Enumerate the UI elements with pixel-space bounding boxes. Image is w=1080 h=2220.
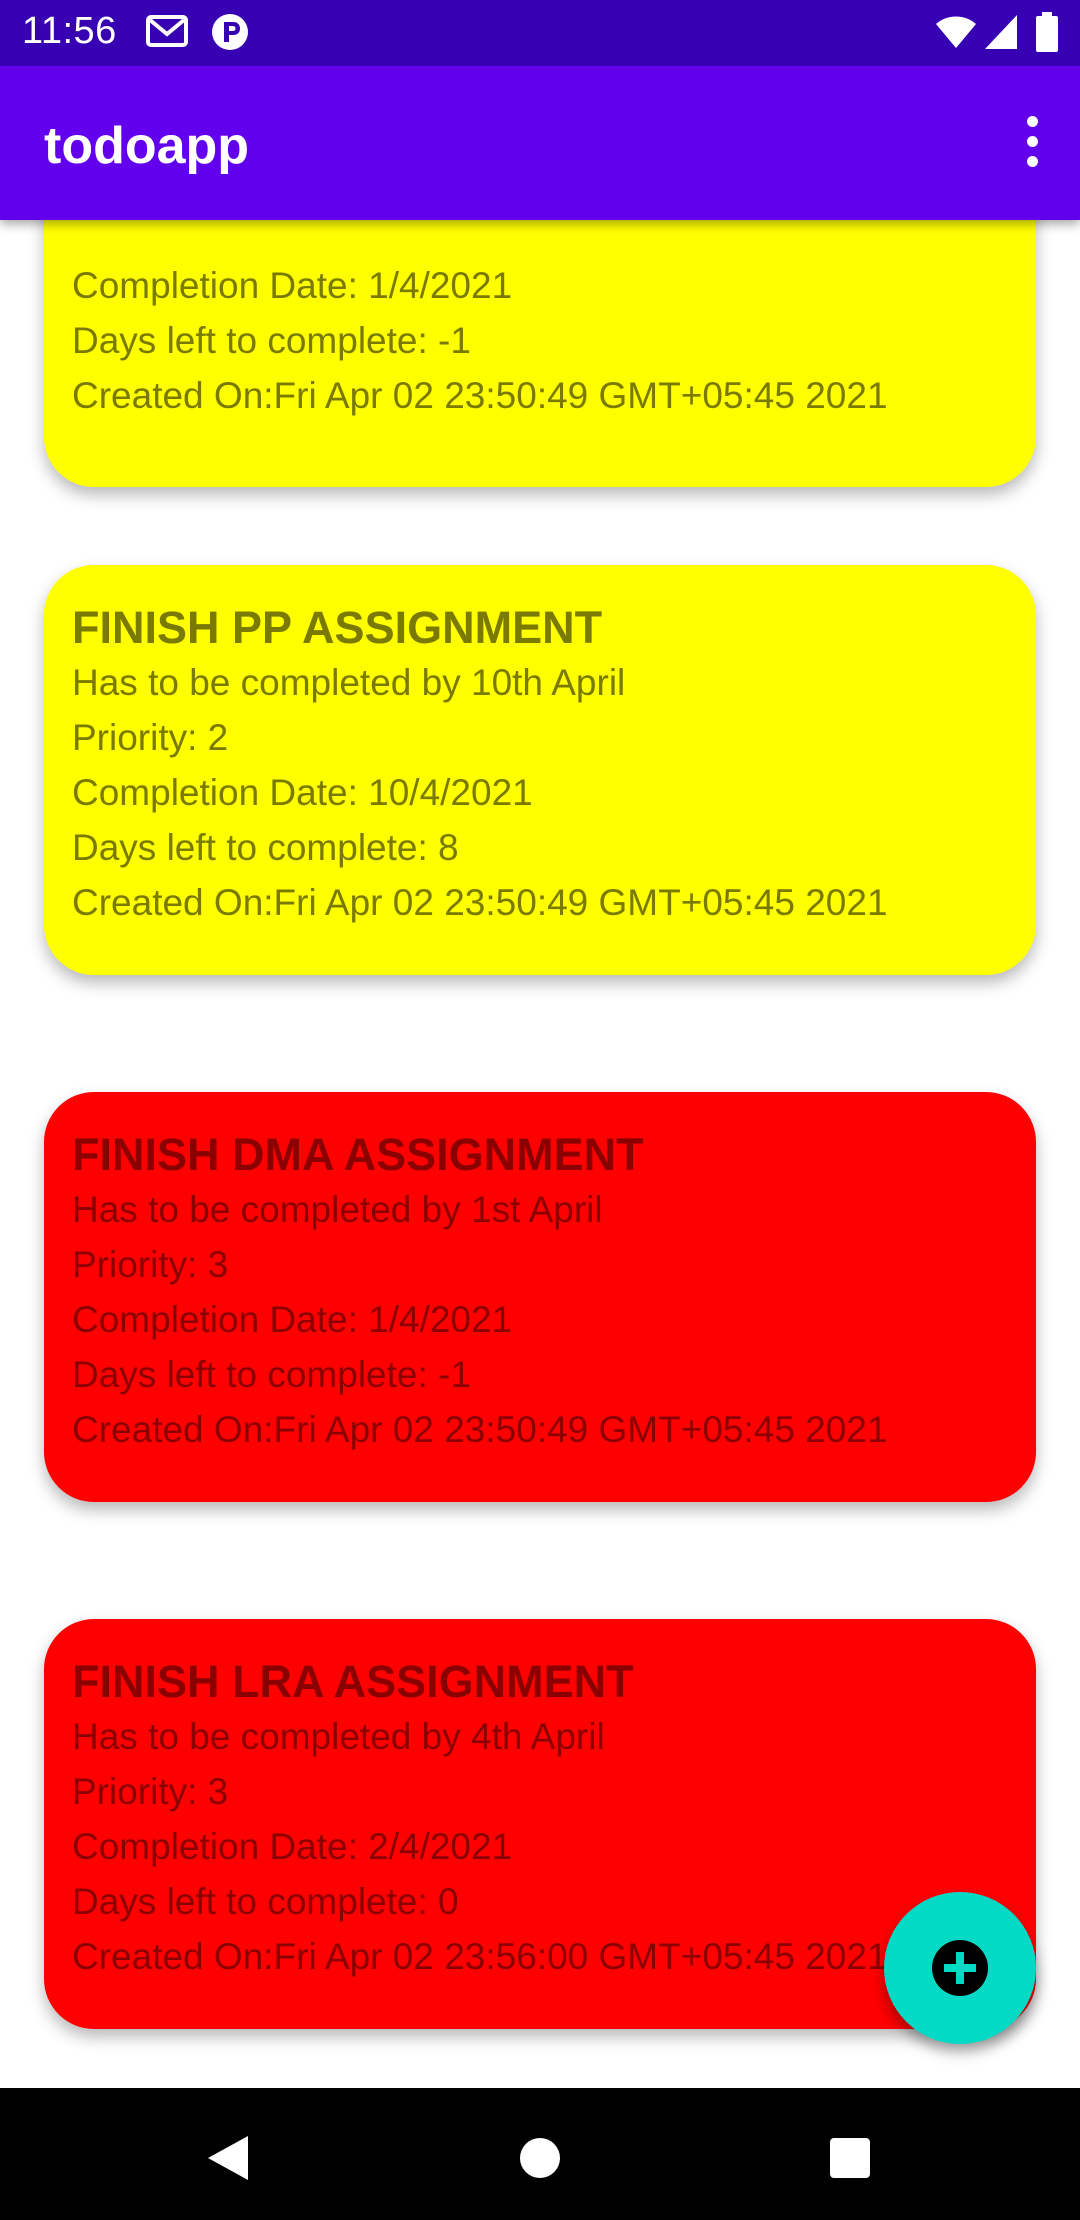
todo-priority: Priority: 3 (72, 1244, 229, 1285)
more-vert-icon-dot (1026, 135, 1038, 147)
todo-card[interactable]: FINISH DMA ASSIGNMENT Has to be complete… (44, 1092, 1036, 1502)
gmail-icon (146, 14, 188, 53)
back-icon (208, 2136, 248, 2180)
todo-description: Has to be completed by 4th April (72, 1716, 605, 1757)
back-button[interactable] (198, 2128, 258, 2188)
home-button[interactable] (510, 2128, 570, 2188)
home-icon (520, 2138, 560, 2178)
status-time: 11:56 (22, 10, 117, 52)
app-title: todoapp (44, 117, 250, 175)
todo-completion-date: Completion Date: 1/4/2021 (72, 1299, 513, 1340)
notification-app-icon (210, 12, 250, 57)
todo-days-left: Days left to complete: -1 (72, 1354, 471, 1395)
todo-days-left: Days left to complete: 0 (72, 1881, 459, 1922)
battery-icon (1036, 12, 1058, 57)
system-nav-bar (0, 2088, 1080, 2220)
wifi-icon (935, 14, 977, 55)
todo-created-on: Created On:Fri Apr 02 23:50:49 GMT+05:45… (72, 1409, 888, 1450)
more-vert-icon (1026, 115, 1038, 127)
todo-days-left: Days left to complete: -1 (72, 320, 471, 361)
todo-created-on: Created On:Fri Apr 02 23:56:00 GMT+05:45… (72, 1936, 888, 1977)
todo-completion-date: Completion Date: 2/4/2021 (72, 1826, 513, 1867)
todo-days-left: Days left to complete: 8 (72, 827, 459, 868)
todo-title: FINISH PP ASSIGNMENT (72, 602, 603, 653)
todo-priority: Priority: 3 (72, 1771, 229, 1812)
screen: 11:56 todoapp Completion Date: 1/4/2021 … (0, 0, 1080, 2220)
recents-icon (830, 2138, 870, 2178)
signal-icon (984, 14, 1018, 55)
more-options-button[interactable] (1002, 106, 1062, 176)
todo-card[interactable]: Completion Date: 1/4/2021 Days left to c… (44, 220, 1036, 487)
app-bar: todoapp (0, 66, 1080, 220)
todo-description: Has to be completed by 10th April (72, 662, 626, 703)
more-vert-icon-dot (1026, 155, 1038, 167)
status-bar: 11:56 (0, 0, 1080, 66)
todo-completion-date: Completion Date: 10/4/2021 (72, 772, 533, 813)
recents-button[interactable] (820, 2128, 880, 2188)
add-circle-icon (932, 1940, 988, 1996)
todo-title: FINISH DMA ASSIGNMENT (72, 1129, 644, 1180)
todo-completion-date: Completion Date: 1/4/2021 (72, 265, 513, 306)
todo-created-on: Created On:Fri Apr 02 23:50:49 GMT+05:45… (72, 882, 888, 923)
todo-created-on: Created On:Fri Apr 02 23:50:49 GMT+05:45… (72, 375, 888, 416)
todo-description: Has to be completed by 1st April (72, 1189, 603, 1230)
todo-card[interactable]: FINISH PP ASSIGNMENT Has to be completed… (44, 565, 1036, 975)
add-todo-button[interactable] (884, 1892, 1036, 2044)
todo-list[interactable]: Completion Date: 1/4/2021 Days left to c… (0, 220, 1080, 2088)
todo-title: FINISH LRA ASSIGNMENT (72, 1656, 634, 1707)
todo-priority: Priority: 2 (72, 717, 229, 758)
